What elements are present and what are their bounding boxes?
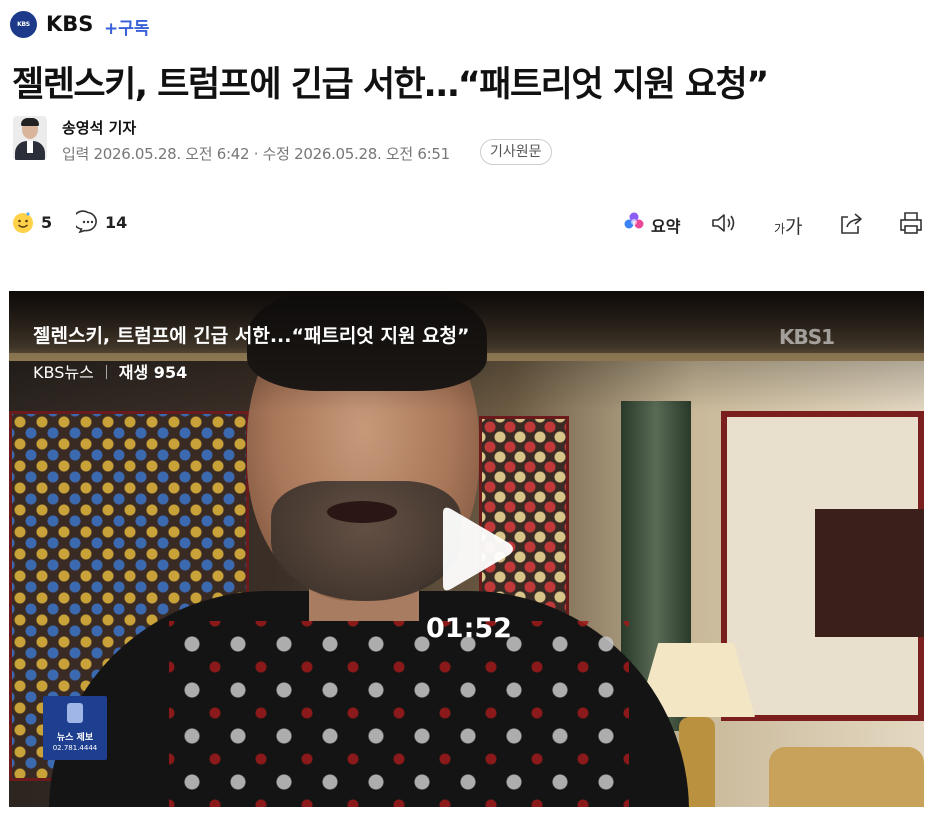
article-dates: 입력 2026.05.28. 오전 6:42 · 수정 2026.05.28. …	[62, 145, 450, 163]
news-tip-number: 02.781.4444	[52, 744, 98, 752]
press-name[interactable]: KBS	[46, 12, 93, 36]
video-source: KBS뉴스	[33, 363, 94, 382]
smile-reaction-icon[interactable]	[11, 210, 35, 234]
video-player[interactable]: 젤렌스키, 트럼프에 긴급 서한...“패트리엇 지원 요청” KBS뉴스 재생 …	[9, 291, 924, 807]
ai-summary-icon[interactable]	[623, 211, 645, 233]
video-meta: KBS뉴스 재생 954	[33, 359, 187, 383]
video-duration: 01:52	[426, 613, 512, 644]
reporter-avatar[interactable]	[13, 116, 47, 160]
font-size-icon[interactable]: 가가	[774, 212, 803, 239]
phone-icon	[67, 703, 83, 723]
comment-icon[interactable]	[76, 210, 100, 234]
video-meta-divider	[105, 365, 107, 379]
video-person-mouth	[327, 501, 397, 523]
comment-count[interactable]: 14	[105, 213, 127, 232]
video-sofa	[769, 747, 924, 807]
news-tip-label: 뉴스 제보	[56, 733, 94, 743]
article-title: 젤렌스키, 트럼프에 긴급 서한…“패트리엇 지원 요청”	[12, 65, 769, 105]
video-shirt-pattern	[169, 621, 629, 807]
subscribe-button[interactable]: +구독	[104, 14, 150, 39]
print-icon[interactable]	[898, 210, 924, 236]
video-top-shade	[9, 291, 924, 411]
reaction-count: 5	[41, 213, 53, 232]
font-small-label: 가	[774, 222, 786, 236]
video-painting	[815, 509, 924, 637]
summary-button[interactable]: 요약	[651, 213, 680, 237]
font-big-label: 가	[785, 216, 803, 238]
reporter-name[interactable]: 송영석 기자	[62, 117, 136, 138]
speaker-icon[interactable]	[710, 211, 736, 235]
original-article-button[interactable]: 기사원문	[480, 139, 552, 165]
play-icon[interactable]	[429, 503, 517, 595]
video-play-count: 재생 954	[118, 363, 188, 382]
kbs1-watermark: KBS1	[779, 325, 835, 349]
news-tip-badge: 뉴스 제보 02.781.4444	[43, 696, 107, 760]
video-title: 젤렌스키, 트럼프에 긴급 서한...“패트리엇 지원 요청”	[33, 325, 470, 347]
kbs-logo-icon[interactable]: KBS NEWS	[10, 11, 37, 55]
share-icon[interactable]	[838, 210, 864, 236]
